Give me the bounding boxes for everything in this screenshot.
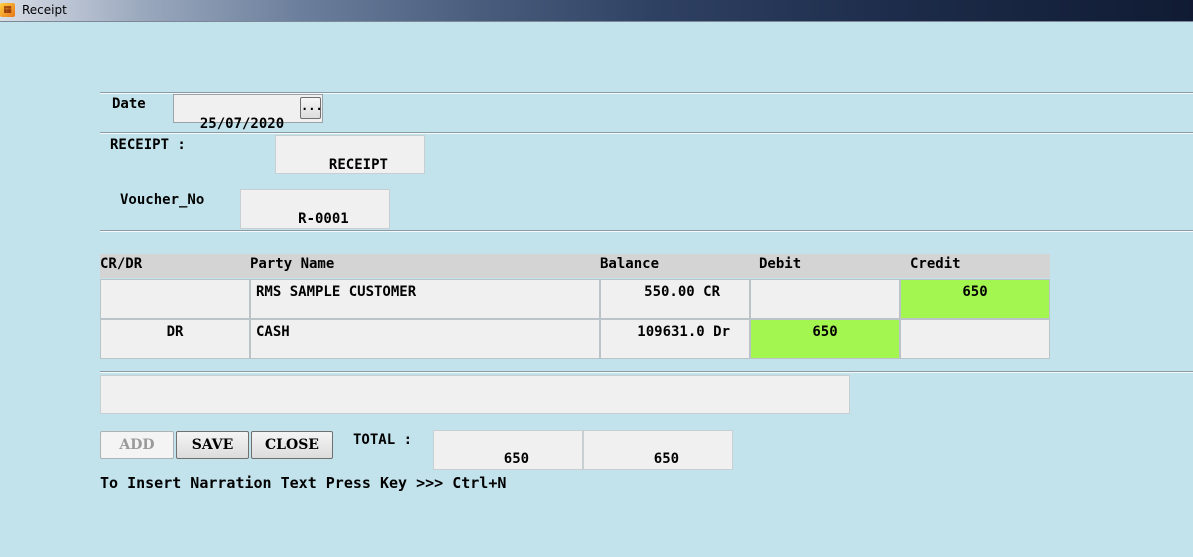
close-button[interactable]: CLOSE bbox=[251, 431, 333, 459]
credit-total-field: 650 bbox=[583, 430, 733, 470]
divider bbox=[100, 132, 1193, 134]
row1-party-cell[interactable]: RMS SAMPLE CUSTOMER bbox=[250, 279, 600, 319]
table-header-balance: Balance bbox=[600, 254, 750, 278]
table-header-credit: Credit bbox=[900, 254, 1050, 278]
voucher-number-value: R-0001 bbox=[298, 211, 349, 227]
narration-field[interactable] bbox=[100, 375, 850, 414]
total-label: TOTAL : bbox=[353, 432, 413, 448]
table-header-party: Party Name bbox=[250, 254, 600, 278]
date-value: 25/07/2020 bbox=[199, 116, 285, 132]
row1-credit-cell[interactable]: 650 bbox=[900, 279, 1050, 319]
row2-balance-cell: 109631.0 Dr bbox=[600, 319, 750, 359]
row2-crdr-cell[interactable]: DR bbox=[100, 319, 250, 359]
table-header-debit: Debit bbox=[750, 254, 900, 278]
debit-total-field: 650 bbox=[433, 430, 583, 470]
narration-hint: To Insert Narration Text Press Key >>> C… bbox=[100, 474, 507, 492]
row2-credit-cell[interactable] bbox=[900, 319, 1050, 359]
save-button[interactable]: SAVE bbox=[176, 431, 249, 459]
table-header-crdr: CR/DR bbox=[100, 254, 250, 278]
receipt-label: RECEIPT : bbox=[110, 137, 186, 153]
window-title-bar[interactable]: ▦ Receipt bbox=[0, 0, 1193, 22]
add-button[interactable]: ADD bbox=[100, 431, 174, 459]
window-title: Receipt bbox=[22, 3, 67, 17]
date-label: Date bbox=[112, 96, 146, 112]
row1-debit-cell[interactable] bbox=[750, 279, 900, 319]
divider bbox=[100, 230, 1193, 232]
date-picker-button[interactable]: ... bbox=[300, 97, 323, 119]
app-icon: ▦ bbox=[0, 3, 15, 17]
divider bbox=[100, 371, 1193, 373]
debit-total-value: 650 bbox=[503, 451, 530, 467]
row1-crdr-cell[interactable] bbox=[100, 279, 250, 319]
receipt-type-field[interactable]: RECEIPT bbox=[275, 135, 425, 174]
voucher-label: Voucher_No bbox=[120, 192, 205, 208]
row1-balance-cell: 550.00 CR bbox=[600, 279, 750, 319]
row2-party-cell[interactable]: CASH bbox=[250, 319, 600, 359]
credit-total-value: 650 bbox=[653, 451, 680, 467]
receipt-type-value: RECEIPT bbox=[328, 157, 388, 173]
row2-debit-cell[interactable]: 650 bbox=[750, 319, 900, 359]
voucher-number-field[interactable]: R-0001 bbox=[240, 189, 390, 229]
